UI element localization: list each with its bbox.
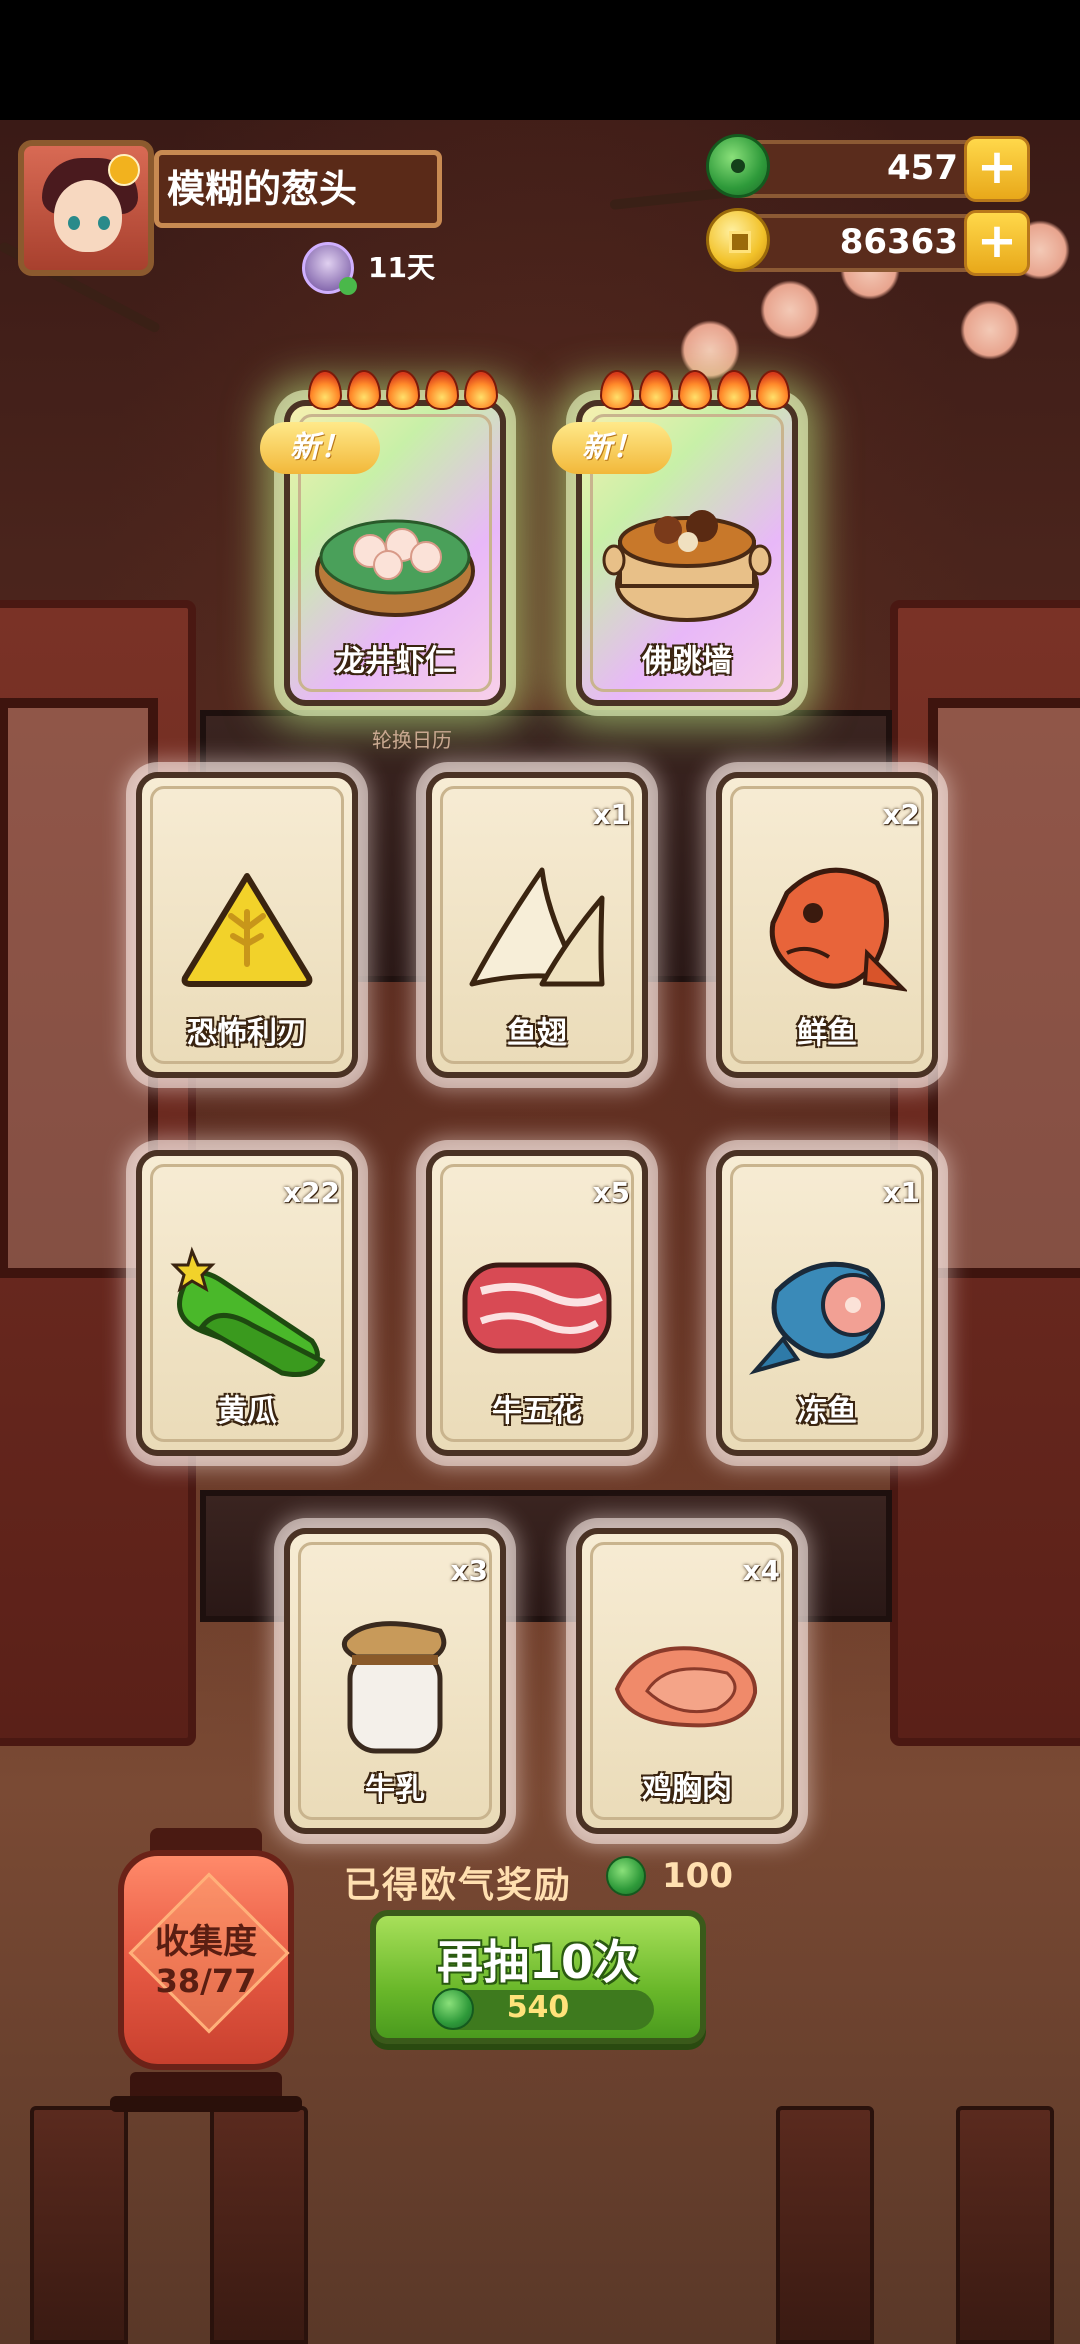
fire-badge-icon [108,154,140,186]
beef-slab-icon [462,1262,612,1354]
cucumber-icon [170,1246,326,1377]
ingredient-card[interactable]: x5 牛五花 [426,1150,648,1456]
card-count: x3 [450,1554,488,1587]
fence-post [210,2106,308,2344]
flame-icon [464,370,498,410]
milk-jar-icon [341,1621,447,1754]
jade-amount: 457 [887,148,958,188]
card-name: 龙井虾仁 [335,644,455,679]
card-name: 鸡胸肉 [642,1772,732,1807]
card-count: x22 [282,1176,340,1209]
card-count: x1 [882,1176,920,1209]
player-name: 模糊的葱头 [154,150,442,228]
flame-icon [425,370,459,410]
flame-icon [386,370,420,410]
card-name: 恐怖利刃 [187,1016,307,1051]
ingredient-card[interactable]: x1 冻鱼 [716,1150,938,1456]
flame-icon [308,370,342,410]
jade-currency: 457 + [706,134,1030,202]
coin-amount: 86363 [839,222,958,262]
add-coins-button[interactable]: + [964,210,1030,276]
coin-currency: 86363 + [706,208,1030,276]
dish-card-featured[interactable]: 新！ 龙井虾仁 [260,370,506,706]
soup-pot-icon [602,510,772,622]
ingredient-card[interactable]: 恐怖利刃 [136,772,358,1078]
rarity-flames [600,370,790,410]
add-jade-button[interactable]: + [964,136,1030,202]
dish-card-featured[interactable]: 新！ 佛跳墙 [552,370,798,706]
ingredient-card[interactable]: x2 鲜鱼 [716,772,938,1078]
fish-icon [769,867,907,992]
card-count: x1 [592,798,630,831]
ingredient-card[interactable]: x3 牛乳 [284,1528,506,1834]
card-name: 佛跳墙 [642,644,732,679]
flame-icon [639,370,673,410]
flame-icon [717,370,751,410]
collection-progress: 38/77 [155,1962,257,2000]
draw-again-button[interactable]: 再抽10次 540 [370,1910,706,2044]
card-name: 冻鱼 [797,1394,857,1429]
reward-value: 100 [662,1856,733,1896]
login-days: 11天 [368,251,435,284]
status-bar [0,0,1080,120]
card-count: x2 [882,798,920,831]
frozen-fish-icon [749,1261,885,1375]
flame-icon [756,370,790,410]
blossom-flower [760,280,820,340]
rotation-calendar-label[interactable]: 轮换日历 [372,724,452,753]
flame-icon [347,370,381,410]
fence-post [30,2106,128,2344]
warning-sign-icon [181,873,313,987]
ingredient-card[interactable]: x1 鱼翅 [426,772,648,1078]
flame-icon [678,370,712,410]
card-name: 鲜鱼 [797,1016,857,1051]
ingredient-card[interactable]: x4 鸡胸肉 [576,1528,798,1834]
card-count: x5 [592,1176,630,1209]
player-avatar[interactable] [18,140,154,276]
fence-post [956,2106,1054,2344]
fence-post [776,2106,874,2344]
collection-lantern-button[interactable]: 收集度 38/77 [118,1850,294,2070]
card-count: x4 [742,1554,780,1587]
draw-again-label: 再抽10次 [436,1935,639,1989]
rarity-flames [308,370,498,410]
card-name: 牛乳 [365,1772,425,1807]
lantern-stand [110,2096,302,2112]
new-badge: 新！ [552,422,672,474]
draw-cost: 540 [506,1990,570,2025]
blossom-flower [960,300,1020,360]
jade-icon [606,1856,646,1896]
card-name: 牛五花 [492,1394,582,1429]
flame-icon [600,370,634,410]
new-badge: 新！ [260,422,380,474]
collection-label: 收集度 [155,1922,257,1962]
reward-label: 已得欧气奖励 [344,1865,573,1906]
shark-fin-icon [469,867,605,987]
shrimp-dish-icon [315,519,475,617]
ingredient-card[interactable]: x22 黄瓜 [136,1150,358,1456]
card-name: 黄瓜 [217,1394,277,1429]
coin-icon [706,208,770,272]
chicken-breast-icon [614,1646,758,1728]
streak-icon [302,242,357,295]
card-name: 鱼翅 [507,1016,567,1051]
jade-icon [706,134,770,198]
